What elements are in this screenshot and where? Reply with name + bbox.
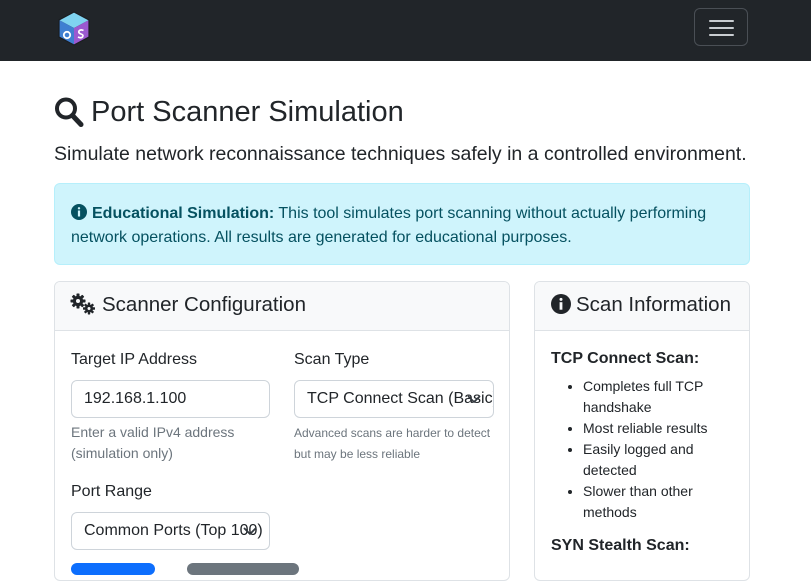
scan-type-value: TCP Connect Scan (Basic): [307, 390, 494, 407]
os-cube-logo-icon[interactable]: [56, 10, 92, 46]
target-ip-help: Enter a valid IPv4 address (simulation o…: [71, 424, 235, 461]
target-ip-input[interactable]: 192.168.1.100: [71, 380, 270, 418]
navbar-toggle-button[interactable]: [694, 8, 748, 46]
educational-alert: Educational Simulation: This tool simula…: [54, 183, 750, 265]
target-ip-label: Target IP Address: [71, 351, 197, 368]
hamburger-menu-icon-bar: [709, 27, 734, 29]
gears-icon: [70, 293, 95, 315]
list-item: Most reliable results: [583, 418, 741, 439]
chevron-down-icon: [243, 527, 257, 535]
info-circle-icon: [71, 204, 87, 220]
scanner-configuration-header: Scanner Configuration: [55, 282, 509, 331]
page-lead: Simulate network reconnaissance techniqu…: [54, 143, 747, 165]
scanner-configuration-title: Scanner Configuration: [102, 293, 306, 316]
magnifying-glass-icon: [55, 97, 84, 127]
port-range-label: Port Range: [71, 483, 152, 500]
scan-type-help: Advanced scans are harder to detect but …: [294, 426, 491, 461]
tcp-connect-list: Completes full TCP handshake Most reliab…: [551, 376, 741, 523]
page-title: Port Scanner Simulation: [91, 96, 404, 128]
tcp-connect-heading: TCP Connect Scan:: [551, 350, 700, 367]
list-item: Easily logged and detected: [583, 439, 741, 481]
syn-stealth-heading: SYN Stealth Scan:: [551, 537, 690, 554]
hamburger-menu-icon: [709, 20, 734, 22]
scanner-configuration-card: Scanner Configuration Target IP Address …: [54, 281, 510, 581]
scan-information-header: Scan Information: [535, 282, 749, 331]
scan-information-title: Scan Information: [576, 293, 731, 316]
start-scan-button[interactable]: [71, 563, 155, 575]
scan-type-label: Scan Type: [294, 351, 370, 368]
list-item: Completes full TCP handshake: [583, 376, 741, 418]
list-item: Slower than other methods: [583, 481, 741, 523]
scan-information-card: Scan Information TCP Connect Scan: Compl…: [534, 281, 750, 581]
hamburger-menu-icon-bar: [709, 34, 734, 36]
scan-information-body: TCP Connect Scan: Completes full TCP han…: [551, 348, 741, 557]
navbar: [0, 0, 811, 61]
port-range-value: Common Ports (Top 100): [84, 522, 263, 539]
reset-button[interactable]: [187, 563, 299, 575]
scan-type-select[interactable]: TCP Connect Scan (Basic): [294, 380, 494, 418]
port-range-select[interactable]: Common Ports (Top 100): [71, 512, 270, 550]
info-circle-icon: [551, 294, 571, 314]
alert-title: Educational Simulation:: [92, 205, 275, 222]
chevron-down-icon: [467, 395, 481, 403]
